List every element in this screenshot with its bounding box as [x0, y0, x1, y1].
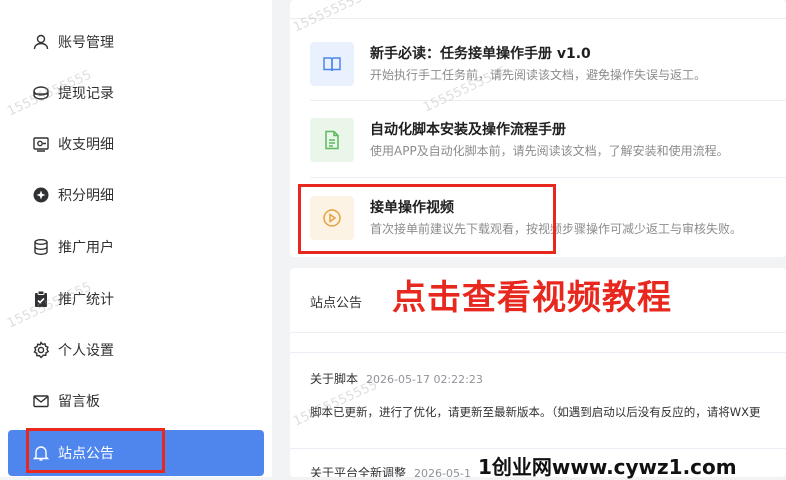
- annotation-text: 点击查看视频教程: [392, 278, 672, 318]
- clipboard-icon: [32, 290, 50, 308]
- book-icon: [310, 42, 354, 86]
- notice-date: 2026-05-1: [414, 467, 471, 477]
- document-icon: [310, 118, 354, 162]
- sidebar-item-points[interactable]: 积分明细: [8, 172, 264, 218]
- sidebar-item-withdraw[interactable]: 提现记录: [8, 70, 264, 116]
- points-icon: [32, 186, 50, 204]
- sidebar-item-label: 提现记录: [58, 86, 114, 102]
- notice-title-text: 关于平台全新调整: [310, 466, 407, 477]
- highlight-box-video: [298, 184, 556, 254]
- ledger-icon: [32, 135, 50, 153]
- divider: [290, 18, 786, 19]
- divider: [290, 352, 786, 353]
- notice-item-title[interactable]: 关于脚本 2026-05-17 02:22:23: [310, 370, 483, 387]
- doc-item-manual[interactable]: 新手必读：任务接单操作手册 v1.0 开始执行手工任务前，请先阅读该文档，避免操…: [310, 40, 786, 116]
- sidebar-item-label: 推广用户: [58, 240, 114, 256]
- sidebar-item-label: 积分明细: [58, 188, 114, 204]
- notice-title-text: 关于脚本: [310, 372, 359, 386]
- notice-item-title[interactable]: 关于平台全新调整 2026-05-1: [310, 464, 471, 477]
- divider: [290, 448, 786, 449]
- doc-title: 自动化脚本安装及操作流程手册: [370, 122, 566, 138]
- highlight-box-announcements: [26, 428, 165, 473]
- sidebar-item-promotion-stats[interactable]: 推广统计: [8, 276, 264, 322]
- divider: [310, 177, 786, 178]
- mail-icon: [32, 392, 50, 410]
- notice-item-body: 脚本已更新，进行了优化，请更新至最新版本。（如遇到启动以后没有反应的，请将WX更: [310, 405, 761, 419]
- wallet-icon: [32, 84, 50, 102]
- sidebar: 账号管理 提现记录 收支明细 积分明细 推广用户 推广统计 个人设置 留言板 站…: [0, 0, 272, 477]
- sidebar-item-messages[interactable]: 留言板: [8, 378, 264, 424]
- doc-description: 使用APP及自动化脚本前，请先阅读该文档，了解安装和使用流程。: [370, 144, 729, 158]
- sidebar-item-settings[interactable]: 个人设置: [8, 327, 264, 373]
- doc-description: 开始执行手工任务前，请先阅读该文档，避免操作失误与返工。: [370, 68, 707, 82]
- sidebar-item-ledger[interactable]: 收支明细: [8, 121, 264, 167]
- sidebar-item-label: 收支明细: [58, 137, 114, 153]
- sidebar-item-label: 留言板: [58, 394, 100, 410]
- divider: [310, 100, 786, 101]
- sidebar-item-label: 个人设置: [58, 343, 114, 359]
- notice-date: 2026-05-17 02:22:23: [366, 373, 483, 386]
- sidebar-item-label: 账号管理: [58, 35, 114, 51]
- panel-title: 站点公告: [310, 296, 363, 311]
- site-watermark: 1创业网www.cywz1.com: [478, 455, 737, 479]
- user-icon: [32, 33, 50, 51]
- doc-item-script-manual[interactable]: 自动化脚本安装及操作流程手册 使用APP及自动化脚本前，请先阅读该文档，了解安装…: [310, 116, 786, 192]
- sidebar-item-account[interactable]: 账号管理: [8, 19, 264, 65]
- gear-icon: [32, 341, 50, 359]
- divider: [290, 332, 786, 333]
- sidebar-item-label: 推广统计: [58, 292, 114, 308]
- doc-title: 新手必读：任务接单操作手册 v1.0: [370, 46, 591, 62]
- database-icon: [32, 238, 50, 256]
- sidebar-item-promoted-users[interactable]: 推广用户: [8, 224, 264, 270]
